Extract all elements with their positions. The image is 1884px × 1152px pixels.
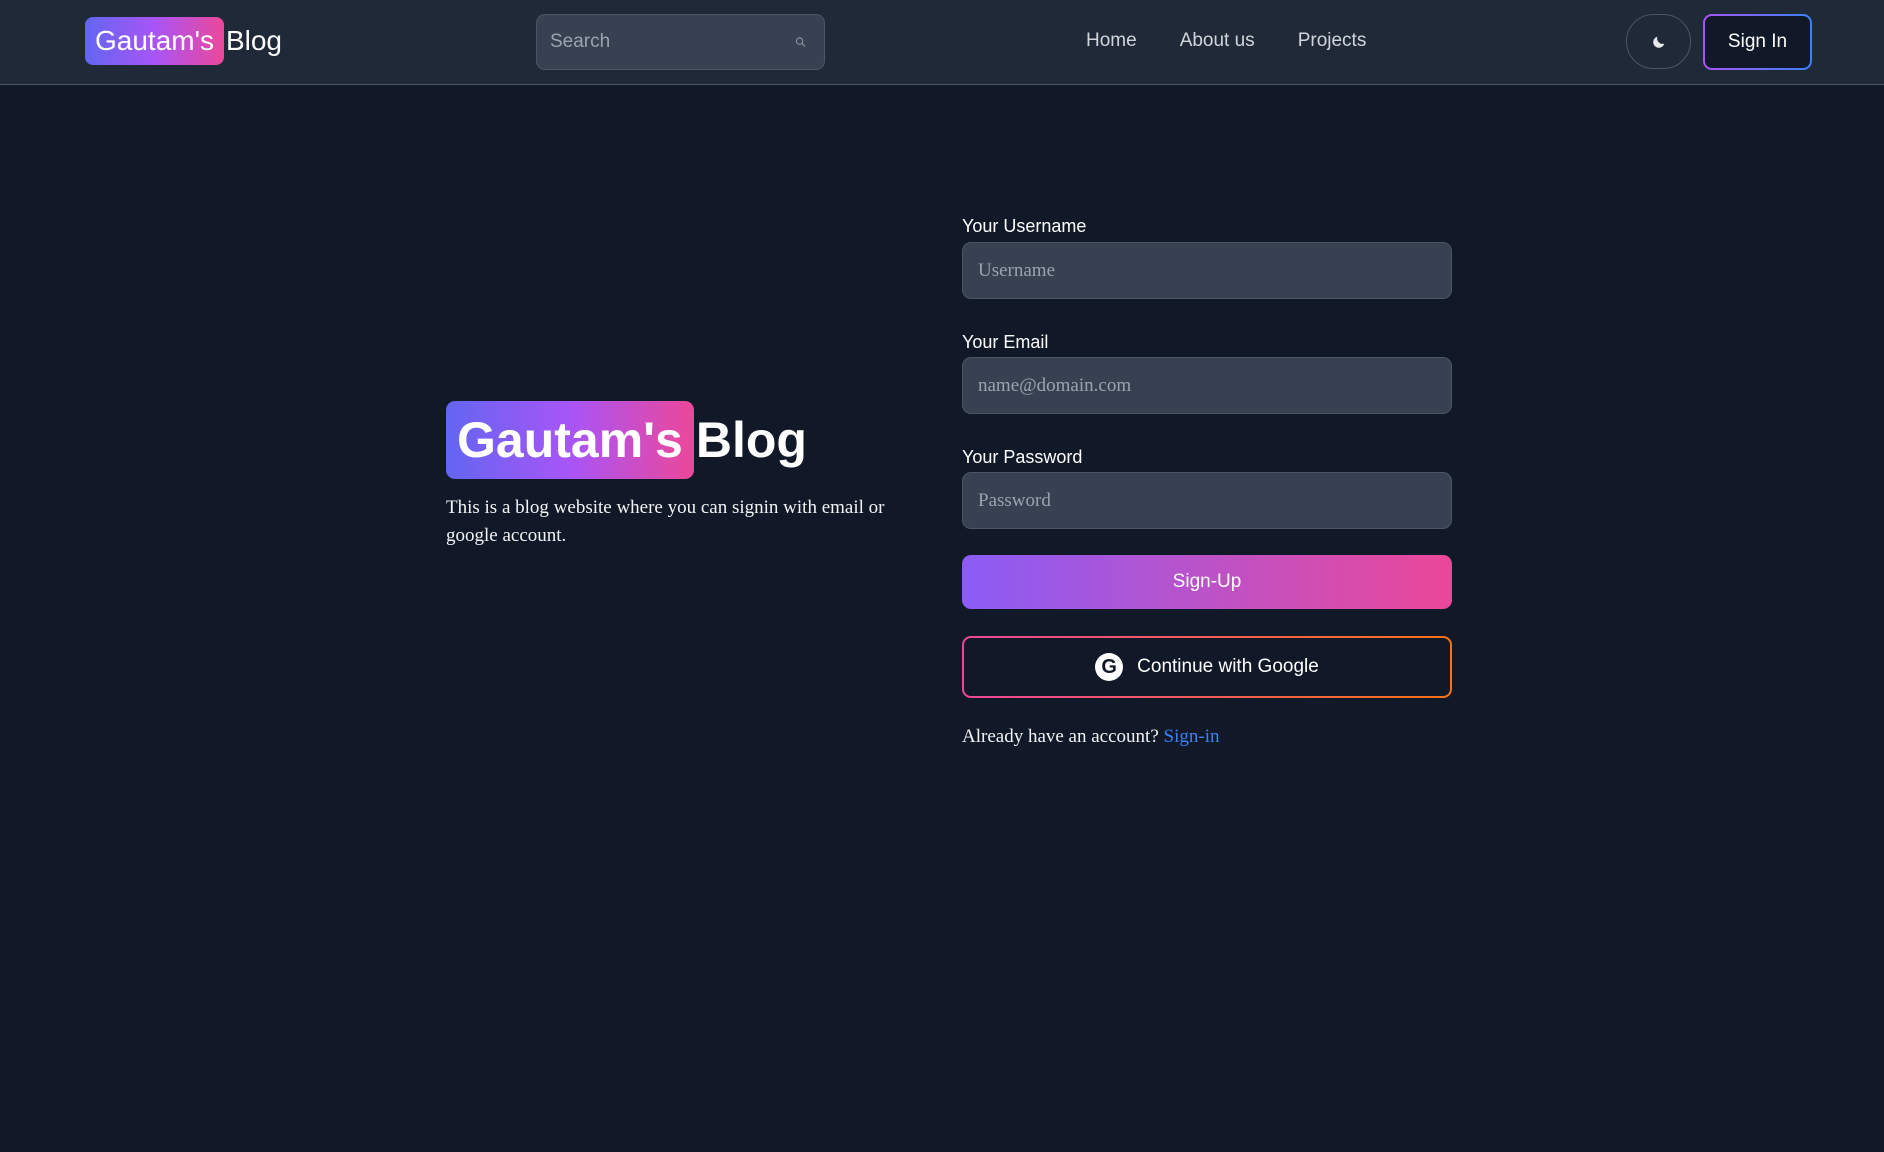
header: Gautam's Blog Home About us Projects Sig… — [0, 0, 1884, 85]
email-input[interactable] — [962, 357, 1452, 414]
search-input[interactable] — [537, 31, 795, 53]
search-icon[interactable] — [795, 29, 806, 55]
hero-logo-text: Blog — [695, 412, 807, 468]
nav-about-us[interactable]: About us — [1180, 30, 1255, 52]
hero-description: This is a blog website where you can sig… — [446, 497, 885, 546]
signin-button-border: Sign In — [1703, 14, 1812, 70]
google-button-label: Continue with Google — [1137, 656, 1319, 677]
logo-text: Blog — [225, 25, 282, 56]
username-input[interactable] — [962, 242, 1452, 299]
site-logo[interactable]: Gautam's Blog — [85, 17, 282, 65]
google-button-border: G Continue with Google — [962, 636, 1452, 698]
logo-highlight: Gautam's — [85, 17, 224, 65]
nav-home[interactable]: Home — [1086, 30, 1137, 52]
username-label: Your Username — [962, 216, 1087, 236]
hero-logo: Gautam's Blog — [446, 401, 807, 479]
signin-button[interactable]: Sign In — [1705, 16, 1810, 68]
signup-button[interactable]: Sign-Up — [962, 555, 1452, 609]
already-text: Already have an account? — [962, 726, 1159, 747]
nav-projects[interactable]: Projects — [1298, 30, 1367, 52]
signin-prompt: Already have an account? Sign-in — [962, 726, 1219, 748]
moon-icon — [1652, 36, 1664, 48]
main-nav: Home About us Projects — [1086, 30, 1366, 52]
theme-toggle-button[interactable] — [1626, 14, 1691, 69]
email-label: Your Email — [962, 332, 1049, 352]
signin-link[interactable]: Sign-in — [1164, 726, 1220, 747]
google-signin-button[interactable]: G Continue with Google — [964, 638, 1450, 696]
search-box — [536, 14, 825, 70]
password-label: Your Password — [962, 447, 1083, 467]
hero-logo-highlight: Gautam's — [446, 401, 694, 479]
password-input[interactable] — [962, 472, 1452, 529]
google-icon: G — [1095, 653, 1124, 681]
